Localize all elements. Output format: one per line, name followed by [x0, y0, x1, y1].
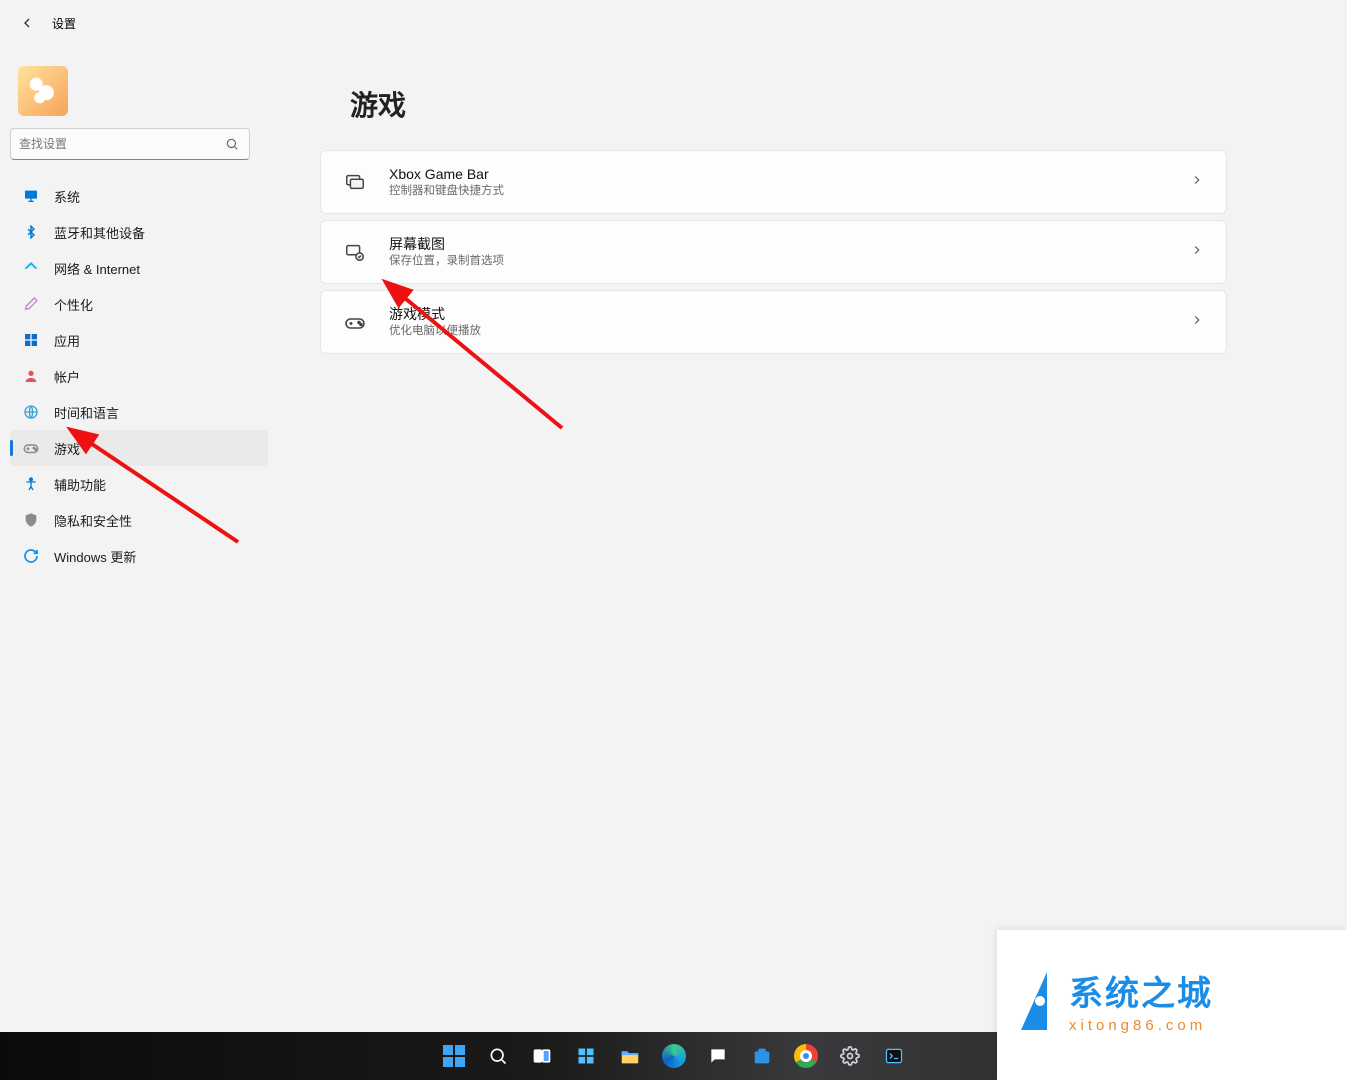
sidebar-item-label: 个性化 [54, 295, 93, 314]
sidebar-item-wifi[interactable]: 网络 & Internet [10, 250, 268, 286]
taskbar-settings-icon[interactable] [829, 1036, 871, 1076]
search-input[interactable] [19, 137, 223, 151]
sidebar-item-globe[interactable]: 时间和语言 [10, 394, 268, 430]
taskbar-explorer-icon[interactable] [609, 1036, 651, 1076]
capture-icon [343, 240, 367, 264]
bluetooth-icon [22, 223, 40, 241]
header-title: 设置 [52, 15, 76, 32]
search-icon[interactable] [223, 135, 241, 153]
shield-icon [22, 511, 40, 529]
sidebar-item-update[interactable]: Windows 更新 [10, 538, 268, 574]
sidebar-item-label: 时间和语言 [54, 403, 119, 422]
sidebar-item-label: 蓝牙和其他设备 [54, 223, 145, 242]
gamepad-icon [22, 439, 40, 457]
avatar[interactable] [18, 66, 68, 116]
settings-card-xbox[interactable]: Xbox Game Bar控制器和键盘快捷方式 [320, 150, 1227, 214]
sidebar: 系统蓝牙和其他设备网络 & Internet 个性化应用帐户时间和语言游戏辅助功能… [0, 46, 295, 574]
taskbar-chat-icon[interactable] [697, 1036, 739, 1076]
sidebar-item-gamepad[interactable]: 游戏 [10, 430, 268, 466]
taskbar-chrome-icon[interactable] [785, 1036, 827, 1076]
wifi-icon [22, 259, 40, 277]
sidebar-item-label: 隐私和安全性 [54, 511, 132, 530]
taskbar-widgets-icon[interactable] [565, 1036, 607, 1076]
chevron-right-icon [1190, 313, 1204, 332]
taskbar-edge-icon[interactable] [653, 1036, 695, 1076]
search-box[interactable] [10, 128, 250, 160]
taskbar-terminal-icon[interactable] [873, 1036, 915, 1076]
update-icon [22, 547, 40, 565]
watermark-logo-icon [1011, 972, 1057, 1038]
taskbar-store-icon[interactable] [741, 1036, 783, 1076]
sidebar-item-label: Windows 更新 [54, 547, 136, 566]
sidebar-item-label: 系统 [54, 187, 80, 206]
brush-icon [22, 295, 40, 313]
page-title: 游戏 [350, 84, 1227, 124]
sidebar-item-brush[interactable]: 个性化 [10, 286, 268, 322]
sidebar-item-label: 网络 & Internet [54, 259, 140, 278]
apps-icon [22, 331, 40, 349]
taskbar-taskview-icon[interactable] [521, 1036, 563, 1076]
sidebar-item-label: 帐户 [54, 367, 80, 386]
header: 设置 [0, 0, 1347, 46]
monitor-icon [22, 187, 40, 205]
main-panel: 游戏 Xbox Game Bar控制器和键盘快捷方式屏幕截图保存位置，录制首选项… [295, 46, 1347, 574]
card-title: Xbox Game Bar [389, 165, 1190, 183]
card-subtitle: 优化电脑以便播放 [389, 324, 1190, 339]
sidebar-item-user[interactable]: 帐户 [10, 358, 268, 394]
card-subtitle: 保存位置，录制首选项 [389, 254, 1190, 269]
card-title: 屏幕截图 [389, 235, 1190, 253]
sidebar-item-monitor[interactable]: 系统 [10, 178, 268, 214]
sidebar-item-label: 辅助功能 [54, 475, 106, 494]
settings-card-gamemode[interactable]: 游戏模式优化电脑以便播放 [320, 290, 1227, 354]
xbox-icon [343, 170, 367, 194]
settings-card-capture[interactable]: 屏幕截图保存位置，录制首选项 [320, 220, 1227, 284]
sidebar-item-accessibility[interactable]: 辅助功能 [10, 466, 268, 502]
card-title: 游戏模式 [389, 305, 1190, 323]
sidebar-item-shield[interactable]: 隐私和安全性 [10, 502, 268, 538]
watermark-url: xitong86.com [1069, 1017, 1213, 1034]
sidebar-item-apps[interactable]: 应用 [10, 322, 268, 358]
watermark: 系统之城 xitong86.com [997, 930, 1347, 1080]
taskbar-start-icon[interactable] [433, 1036, 475, 1076]
sidebar-item-bluetooth[interactable]: 蓝牙和其他设备 [10, 214, 268, 250]
chevron-right-icon [1190, 243, 1204, 262]
taskbar-search-icon[interactable] [477, 1036, 519, 1076]
accessibility-icon [22, 475, 40, 493]
sidebar-nav: 系统蓝牙和其他设备网络 & Internet 个性化应用帐户时间和语言游戏辅助功能… [10, 178, 295, 574]
card-subtitle: 控制器和键盘快捷方式 [389, 184, 1190, 199]
sidebar-item-label: 游戏 [54, 439, 80, 458]
user-icon [22, 367, 40, 385]
chevron-right-icon [1190, 173, 1204, 192]
taskbar-icons [433, 1036, 915, 1076]
gamemode-icon [343, 310, 367, 334]
back-button[interactable] [16, 12, 38, 34]
globe-icon [22, 403, 40, 421]
sidebar-item-label: 应用 [54, 331, 80, 350]
watermark-title: 系统之城 [1069, 977, 1213, 1011]
